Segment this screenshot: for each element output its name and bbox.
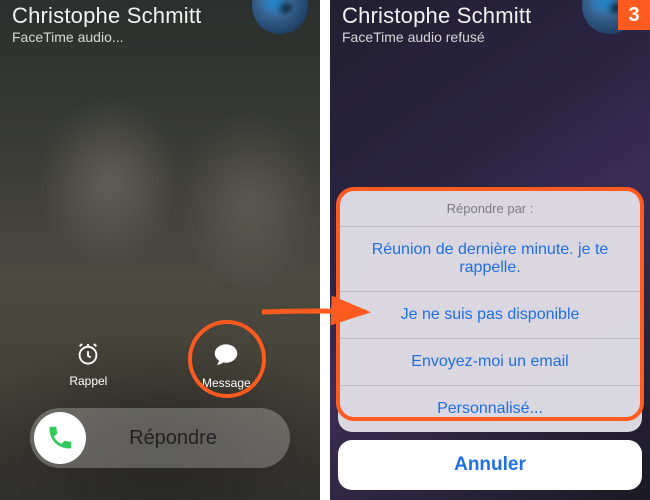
call-type: FaceTime audio... (12, 29, 201, 45)
step-badge: 3 (618, 0, 650, 30)
incoming-call-screen: Christophe Schmitt FaceTime audio... Rap… (0, 0, 320, 500)
call-quick-actions: Rappel Message (0, 340, 320, 390)
answer-label: Répondre (86, 427, 286, 450)
caller-name: Christophe Schmitt (12, 4, 201, 27)
remind-button[interactable]: Rappel (69, 340, 107, 390)
call-header: Christophe Schmitt FaceTime audio... (0, 0, 320, 45)
phone-icon (45, 423, 75, 453)
sheet-title: Répondre par : (338, 189, 642, 227)
reply-option[interactable]: Réunion de dernière minute. je te rappel… (338, 227, 642, 292)
reply-option[interactable]: Envoyez-moi un email (338, 339, 642, 386)
reply-action-sheet: Répondre par : Réunion de dernière minut… (338, 189, 642, 490)
annotation-circle (188, 320, 266, 398)
reply-option[interactable]: Personnalisé... (338, 386, 642, 432)
remind-label: Rappel (69, 374, 107, 388)
caller-name: Christophe Schmitt (342, 4, 531, 27)
reply-option[interactable]: Je ne suis pas disponible (338, 292, 642, 339)
call-type: FaceTime audio refusé (342, 29, 531, 45)
reply-options-group: Répondre par : Réunion de dernière minut… (338, 189, 642, 432)
call-header: Christophe Schmitt FaceTime audio refusé (330, 0, 650, 45)
reply-sheet-screen: 3 Christophe Schmitt FaceTime audio refu… (330, 0, 650, 500)
screen-separator (320, 0, 330, 500)
alarm-clock-icon (74, 340, 102, 368)
call-header-text: Christophe Schmitt FaceTime audio refusé (342, 4, 531, 45)
call-header-text: Christophe Schmitt FaceTime audio... (12, 4, 201, 45)
avatar (252, 0, 308, 34)
cancel-button[interactable]: Annuler (338, 440, 642, 490)
slide-to-answer[interactable]: Répondre (30, 408, 290, 468)
answer-knob[interactable] (34, 412, 86, 464)
